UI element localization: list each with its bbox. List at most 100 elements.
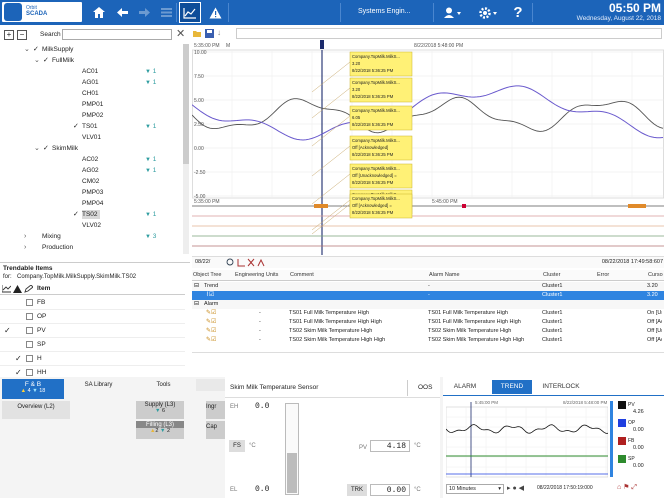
trendable-item-row[interactable]: FB	[0, 296, 185, 310]
expand-chevron-icon[interactable]: ›	[24, 231, 26, 242]
trendable-item-row[interactable]: SP	[0, 338, 185, 352]
settings-gear-icon[interactable]	[476, 0, 502, 25]
tree-scrollbar[interactable]	[183, 44, 189, 254]
check-icon[interactable]: ✓	[43, 55, 49, 66]
grid-column-header[interactable]: Cluster	[543, 270, 560, 281]
check-icon[interactable]: ✓	[33, 44, 39, 55]
grid-row[interactable]: - TS01 Full Milk Temperature High High TS0…	[192, 318, 664, 327]
grid-row[interactable]: Trend - Cluster1 3.20 ⊟	[192, 282, 664, 291]
tree-item[interactable]: › Mixing ▼ 3	[0, 231, 182, 242]
grid-column-header[interactable]: Error	[597, 270, 609, 281]
trk-button[interactable]: TRK	[347, 484, 367, 496]
supply-l3-button[interactable]: Supply (L3) ▼ 6	[136, 401, 184, 419]
home-icon[interactable]	[88, 0, 110, 25]
grid-row[interactable]: - TS02 Skim Milk Temperature High TS02 Ski…	[192, 327, 664, 336]
item-checkbox[interactable]	[26, 313, 33, 320]
collapse-chevron-icon[interactable]: ⌄	[34, 55, 40, 66]
oos-button[interactable]: OOS	[418, 384, 432, 391]
item-checkbox[interactable]	[26, 341, 33, 348]
check-icon[interactable]: ✓	[73, 209, 79, 220]
tree-item[interactable]: VLV02	[0, 220, 182, 231]
overview-l2-button[interactable]: Overview (L2)	[2, 401, 70, 419]
tree-item[interactable]: ⌄ ✓ MilkSupply	[0, 44, 182, 55]
grid-row[interactable]: - TS02 Skim Milk Temperature High High TS0…	[192, 336, 664, 345]
save-icon[interactable]	[205, 29, 214, 38]
collapse-chevron-icon[interactable]: ⌄	[34, 143, 40, 154]
tab-sa-library[interactable]: SA Library	[66, 379, 131, 391]
tree-item[interactable]: PMP04	[0, 198, 182, 209]
forward-arrow-icon[interactable]	[134, 0, 154, 25]
grid-column-header[interactable]: Comment	[290, 270, 314, 281]
ingr-button[interactable]: Ingr	[206, 401, 225, 419]
tree-item[interactable]: CH01	[0, 88, 182, 99]
app-logo[interactable]: Orbit SCADA	[2, 2, 82, 22]
alarm-pen-icon[interactable]: ✎☑	[206, 318, 216, 327]
grid-column-header[interactable]: Engineering Units	[235, 270, 278, 281]
fs-button[interactable]: FS	[229, 440, 245, 452]
time-range-select[interactable]: 10 Minutes ▾	[446, 484, 504, 494]
grid-row[interactable]: Alarm ⊟	[192, 300, 664, 309]
cap-button[interactable]: Cap	[206, 421, 225, 439]
trend-icon[interactable]	[179, 2, 201, 23]
trend-pen-icon[interactable]: ⌇☑	[206, 291, 214, 300]
mini-trend-chart[interactable]	[446, 399, 608, 479]
tree-item[interactable]: PMP03	[0, 187, 182, 198]
tab-alarm[interactable]: ALARM	[443, 380, 487, 394]
trk-value[interactable]: 0.00	[370, 484, 410, 496]
search-input[interactable]	[62, 29, 172, 40]
tab-trend[interactable]: TREND	[492, 380, 532, 394]
legend-scroll[interactable]	[610, 401, 613, 477]
alarm-warning-icon[interactable]	[205, 0, 225, 25]
grid-row[interactable]: - TS01 Full Milk Temperature High TS01 Ful…	[192, 309, 664, 318]
menu-icon[interactable]	[156, 0, 176, 25]
expand-chevron-icon[interactable]: ›	[24, 242, 26, 253]
tree-item[interactable]: AC01 ▼ 1	[0, 66, 182, 77]
tree-item[interactable]: VLV01	[0, 132, 182, 143]
chart-search-input[interactable]	[236, 28, 662, 39]
tree-item[interactable]: ⌄ ✓ SkimMilk	[0, 143, 182, 154]
grid-column-header[interactable]: Curso	[648, 270, 663, 281]
mini-tools-icons[interactable]: ⌂ ⚑ ⤢	[617, 483, 662, 493]
item-checkbox[interactable]	[26, 355, 33, 362]
clear-search-icon[interactable]: ✕	[176, 27, 185, 40]
tab-interlock[interactable]: INTERLOCK	[536, 380, 586, 394]
collapse-all-button[interactable]: −	[17, 30, 27, 40]
grid-column-header[interactable]: Alarm Name	[429, 270, 460, 281]
tree-item[interactable]: PMP02	[0, 110, 182, 121]
help-icon[interactable]: ?	[508, 0, 528, 25]
tree-item[interactable]: ⌄ ✓ FullMilk	[0, 55, 182, 66]
trendable-item-row[interactable]: OP	[0, 310, 185, 324]
mini-nav-icons[interactable]: ▸ ● ◀	[507, 484, 537, 494]
user-menu-icon[interactable]	[440, 0, 466, 25]
tree-item[interactable]: AG01 ▼ 1	[0, 77, 182, 88]
item-checkbox[interactable]	[26, 369, 33, 376]
alarm-pen-icon[interactable]: ✎☑	[206, 327, 216, 336]
user-role-label[interactable]: Systems Engin...	[358, 8, 411, 15]
chart-tools-icons[interactable]	[226, 258, 266, 267]
item-checkbox[interactable]	[26, 299, 33, 306]
alarm-pen-icon[interactable]: ✎☑	[206, 336, 216, 345]
group-collapse-icon[interactable]: ⊟	[194, 300, 199, 309]
item-checkbox[interactable]	[26, 327, 33, 334]
tree-item[interactable]: PMP01	[0, 99, 182, 110]
check-icon[interactable]: ✓	[73, 121, 79, 132]
group-collapse-icon[interactable]: ⊟	[194, 282, 199, 291]
alarm-checkbox[interactable]: ✓	[15, 352, 22, 366]
trend-chart[interactable]: 5:35:00 PM M 8/22/2018 5:48:00 PM 10.00 7.50…	[191, 40, 664, 255]
alarm-pen-icon[interactable]: ✎☑	[206, 309, 216, 318]
tree-item[interactable]: CM02	[0, 176, 182, 187]
tree-item[interactable]: ✓ TS02 ▼ 1	[0, 209, 182, 220]
tree-item[interactable]: ✓ TS01 ▼ 1	[0, 121, 182, 132]
tab-fb[interactable]: F & B ▲ 4 ▼ 18	[2, 379, 64, 399]
grid-column-header[interactable]: Object Tree	[193, 270, 221, 281]
open-folder-icon[interactable]	[193, 29, 202, 38]
trendable-item-row[interactable]: ✓ PV	[0, 324, 185, 338]
tree-item[interactable]: AG02 ▼ 1	[0, 165, 182, 176]
back-arrow-icon[interactable]	[112, 0, 132, 25]
check-icon[interactable]: ✓	[43, 143, 49, 154]
trend-checkbox[interactable]: ✓	[4, 324, 11, 338]
filling-l3-button[interactable]: Filling (L3) ▲2 ▼ 2	[136, 421, 184, 439]
grid-row[interactable]: - Cluster1 3.20 ⌇☑	[192, 291, 664, 300]
tree-item[interactable]: AC02 ▼ 1	[0, 154, 182, 165]
dropdown-arrow-icon[interactable]: ↓	[217, 28, 221, 37]
